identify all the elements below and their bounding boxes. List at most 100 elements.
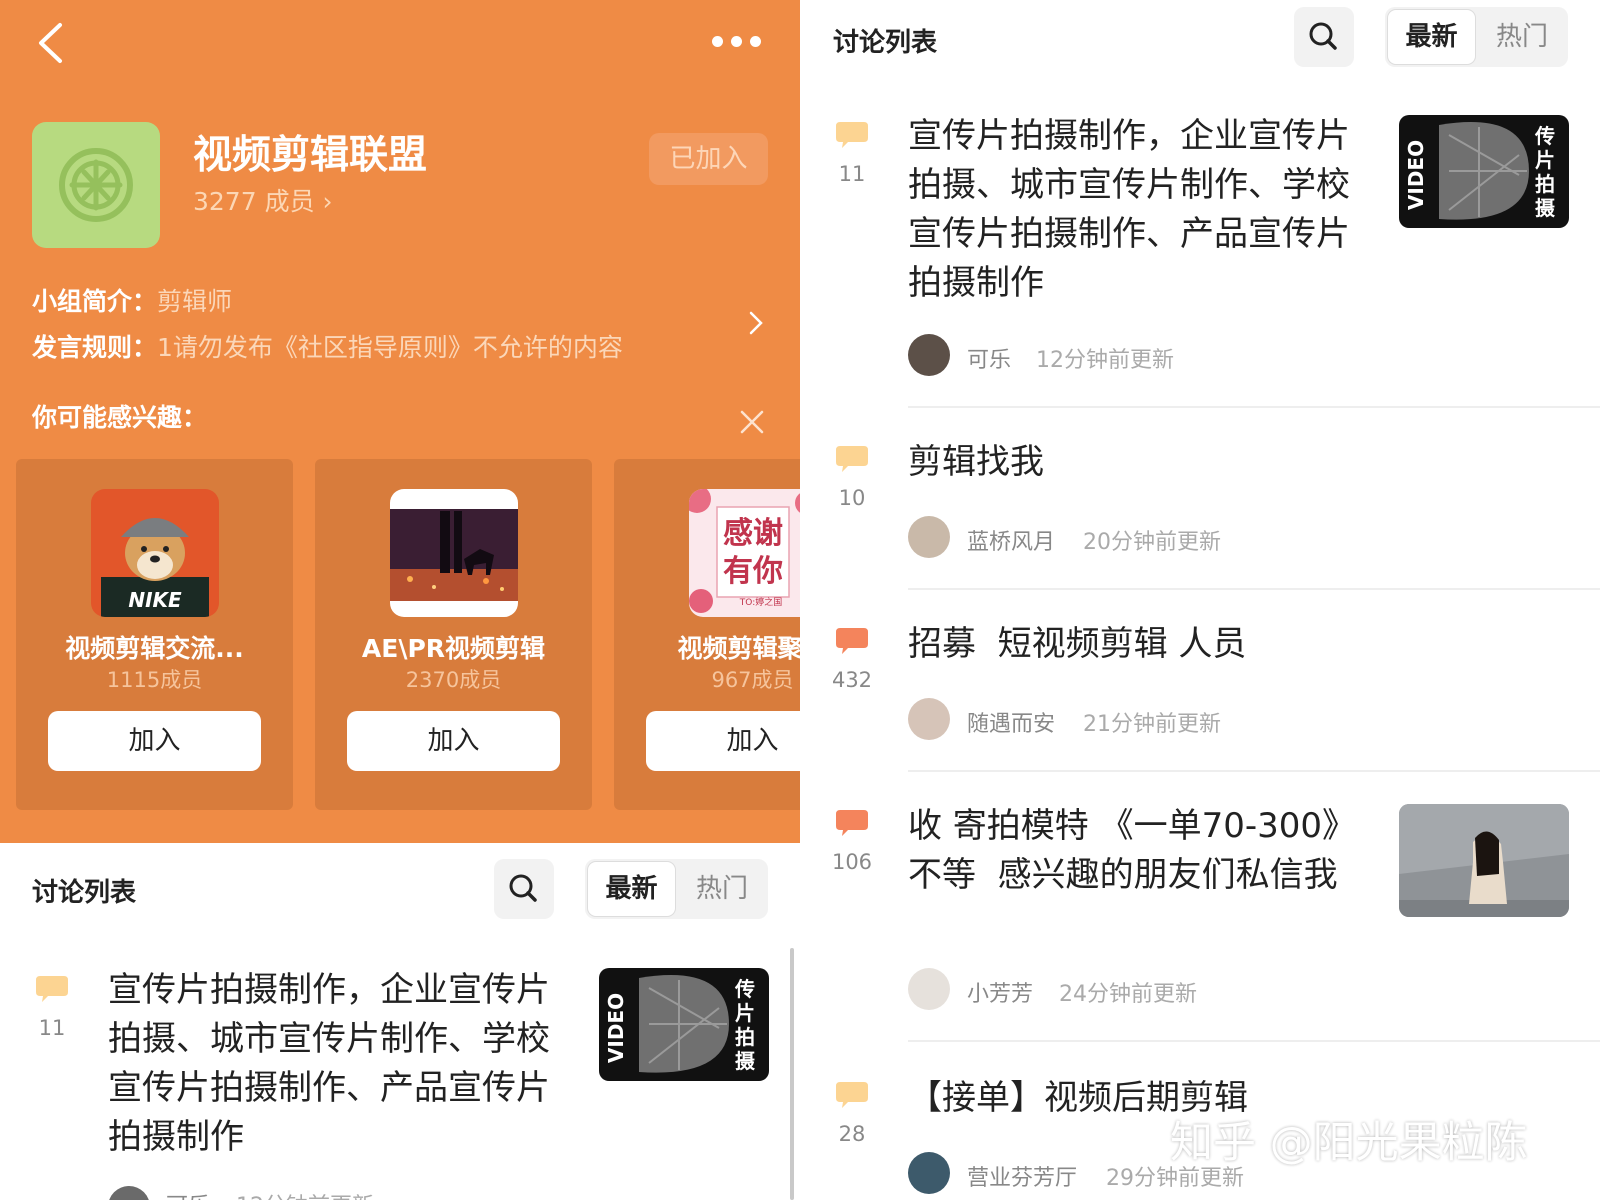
join-button[interactable]: 加入 [646, 711, 800, 771]
thumbnail-text: 传 [734, 977, 755, 1001]
search-button[interactable] [1294, 7, 1354, 67]
comment-bubble-icon [836, 628, 868, 654]
search-icon [1309, 22, 1337, 50]
suggested-group-card[interactable]: AE\PR视频剪辑 2370成员 加入 [315, 459, 592, 810]
watermark: 知乎 @阳光果粒陈 [1170, 1118, 1528, 1168]
post-author[interactable]: 蓝桥风月 [967, 524, 1055, 556]
post-thumbnail[interactable] [1399, 804, 1569, 917]
post-time: 12分钟前更新 [236, 1188, 374, 1200]
comment-count: 106 [831, 850, 873, 874]
thumbnail-text: 片 [735, 1001, 755, 1025]
divider [908, 770, 1600, 772]
comment-bubble-icon [36, 976, 68, 1002]
avatar[interactable] [908, 1152, 950, 1194]
post-title[interactable]: 收 寄拍模特 《一单70-300》不等 感兴趣的朋友们私信我 [908, 802, 1356, 900]
thumbnail-text: VIDEO [604, 993, 628, 1063]
group-header: 视频剪辑联盟 3277 成员 › 已加入 小组简介：剪辑师 发言规则：1请勿发布… [0, 0, 800, 843]
comment-bubble-icon [836, 446, 868, 472]
avatar[interactable] [908, 516, 950, 558]
thumbnail-text: 传 [1534, 124, 1555, 148]
divider [908, 406, 1600, 408]
post-time: 12分钟前更新 [1036, 348, 1174, 373]
thumbnail-text: 摄 [735, 1049, 756, 1073]
comment-count: 10 [838, 486, 866, 510]
suggested-group-card[interactable]: 感谢 有你 TO:婷之国 视频剪辑聚集 967成员 加入 [614, 459, 800, 810]
thumbnail-text: 拍 [1535, 172, 1555, 196]
post-thumbnail[interactable]: VIDEO 传 片 拍 摄 [1399, 115, 1569, 228]
thumbnail-text: 摄 [1535, 196, 1556, 220]
sort-tabs: 最新 热门 [585, 859, 768, 919]
thumbnail-text: VIDEO [1404, 140, 1428, 210]
tab-hot[interactable]: 热门 [678, 861, 766, 917]
post-author[interactable]: 小芳芳 [967, 976, 1033, 1008]
screenshot-composite: 视频剪辑联盟 3277 成员 › 已加入 小组简介：剪辑师 发言规则：1请勿发布… [0, 0, 1600, 1200]
comment-count: 11 [38, 1016, 66, 1040]
thumbnail-text: 片 [1535, 148, 1555, 172]
comment-count: 11 [838, 162, 866, 186]
group-avatar-image [390, 489, 518, 617]
discussion-list-title: 讨论列表 [833, 28, 938, 58]
comment-bubble-icon [836, 810, 868, 836]
suggested-group-name: 视频剪辑交流... [65, 634, 244, 663]
group-rules: 发言规则：1请勿发布《社区指导原则》不允许的内容 [32, 333, 623, 362]
divider [908, 588, 1600, 590]
post-author[interactable]: 营业芬芳厅 [967, 1160, 1077, 1192]
tab-latest[interactable]: 最新 [1387, 9, 1476, 65]
post-author[interactable]: 可乐 [166, 1188, 210, 1200]
chevron-right-icon[interactable] [748, 310, 764, 336]
tab-latest[interactable]: 最新 [587, 861, 676, 917]
avatar[interactable] [908, 968, 950, 1010]
you-may-like-label: 你可能感兴趣： [32, 403, 208, 432]
post-time: 20分钟前更新 [1083, 530, 1221, 555]
post-title[interactable]: 宣传片拍摄制作，企业宣传片拍摄、城市宣传片制作、学校宣传片拍摄制作、产品宣传片拍… [108, 966, 556, 1162]
comment-count: 28 [838, 1122, 866, 1146]
group-avatar-image: NIKE [91, 489, 219, 617]
card-image-text: TO:婷之国 [739, 596, 782, 608]
post-time: 21分钟前更新 [1083, 712, 1221, 737]
avatar[interactable] [908, 698, 950, 740]
join-button[interactable]: 加入 [347, 711, 560, 771]
search-icon [509, 874, 537, 902]
more-options-icon[interactable] [712, 36, 762, 48]
tab-hot[interactable]: 热门 [1478, 9, 1566, 65]
group-page: 视频剪辑联盟 3277 成员 › 已加入 小组简介：剪辑师 发言规则：1请勿发布… [0, 0, 800, 1200]
suggested-group-name: AE\PR视频剪辑 [361, 634, 546, 663]
group-member-count[interactable]: 3277 成员 › [193, 182, 333, 218]
post-author[interactable]: 可乐 [967, 342, 1011, 374]
suggested-group-members: 967成员 [711, 668, 794, 692]
comment-count: 432 [831, 668, 873, 692]
group-name: 视频剪辑联盟 [193, 133, 428, 178]
avatar[interactable] [108, 1186, 150, 1200]
join-button[interactable]: 加入 [48, 711, 261, 771]
post-time: 24分钟前更新 [1059, 982, 1197, 1007]
discussion-list-title: 讨论列表 [32, 878, 137, 908]
close-icon[interactable] [740, 410, 764, 434]
thumbnail-text: 拍 [735, 1025, 755, 1049]
chevron-right-icon: › [322, 187, 333, 216]
comment-bubble-icon [836, 122, 868, 148]
sort-tabs: 最新 热门 [1385, 7, 1568, 67]
search-button[interactable] [494, 859, 554, 919]
discussion-page: 讨论列表 最新 热门 11 宣传片拍摄制作，企业宣传片拍摄、城市宣传片制作、学校… [800, 0, 1600, 1200]
avatar[interactable] [908, 334, 950, 376]
back-arrow-icon[interactable] [36, 22, 66, 64]
group-intro: 小组简介：剪辑师 [32, 287, 233, 316]
joined-button[interactable]: 已加入 [649, 133, 768, 185]
svg-text:NIKE: NIKE [128, 588, 182, 612]
post-thumbnail[interactable]: VIDEO 传 片 拍 摄 [599, 968, 769, 1081]
post-title[interactable]: 剪辑找我 [908, 438, 1468, 487]
card-image-text: 有你 [723, 554, 783, 589]
group-logo-icon [32, 122, 160, 248]
suggested-group-members: 2370成员 [405, 668, 502, 692]
comment-bubble-icon [836, 1082, 868, 1108]
card-image-text: 感谢 [723, 516, 783, 551]
group-avatar-image: 感谢 有你 TO:婷之国 [689, 489, 800, 617]
scrollbar[interactable] [790, 948, 794, 1200]
post-title[interactable]: 宣传片拍摄制作，企业宣传片拍摄、城市宣传片制作、学校宣传片拍摄制作、产品宣传片拍… [908, 112, 1356, 308]
suggested-group-members: 1115成员 [106, 668, 203, 692]
divider [908, 1040, 1600, 1042]
post-title[interactable]: 招募 短视频剪辑 人员 [908, 620, 1468, 669]
suggested-group-card[interactable]: NIKE 视频剪辑交流... 1115成员 加入 [16, 459, 293, 810]
post-author[interactable]: 随遇而安 [967, 706, 1055, 738]
suggested-group-name: 视频剪辑聚集 [677, 634, 800, 663]
